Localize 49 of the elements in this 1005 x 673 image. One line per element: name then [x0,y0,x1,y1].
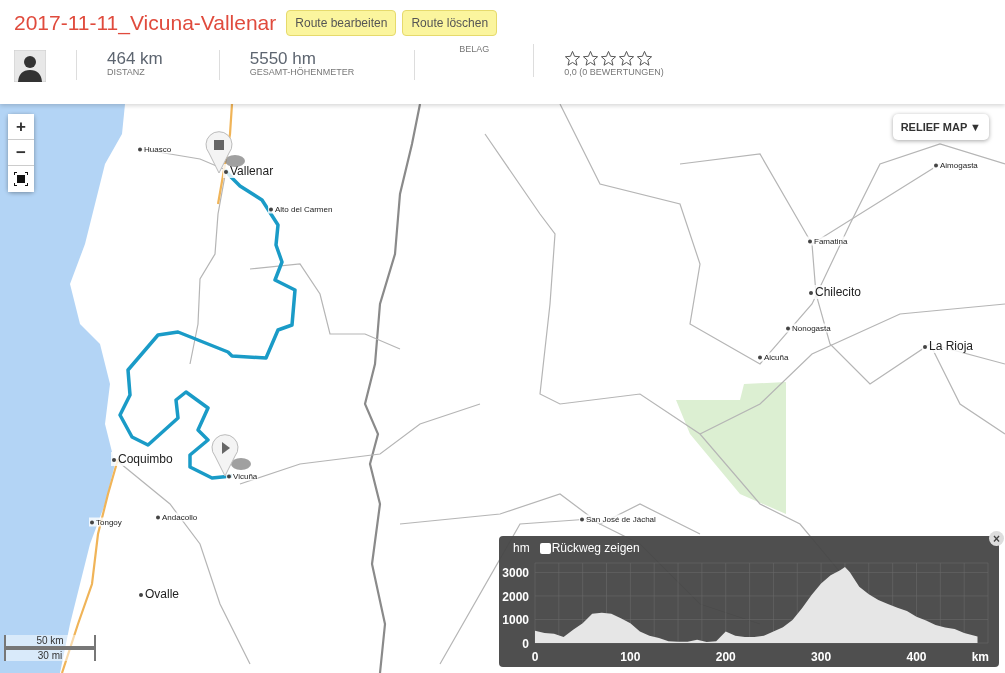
stat-value: 464 km [107,50,163,67]
fullscreen-button[interactable] [8,166,34,192]
place-label: Coquimbo [111,452,174,466]
y-tick-label: 1000 [502,613,529,628]
zoom-button[interactable]: − [8,140,34,166]
star-icon [636,50,654,67]
axis-unit-label: hm [513,541,530,555]
place-label: Huasco [137,144,173,154]
y-tick-label: 0 [522,637,529,651]
x-tick-label: 300 [811,650,832,664]
place-label: Tongoy [89,517,123,527]
y-tick-label: 3000 [502,566,529,581]
star-icon [600,50,618,67]
stat-label: GESAMT-HÖHENMETER [249,67,355,77]
place-label: Ovalle [138,587,180,601]
place-label: Alto del Carmen [268,204,334,214]
star-icon [564,50,582,67]
place-label: San José de Jáchal [579,514,657,524]
axis-unit-label: km [971,650,989,664]
place-label: Chilecito [808,285,863,299]
x-tick-label: 200 [715,650,736,664]
close-button[interactable]: × [989,531,1004,546]
route-action-button[interactable]: Route löschen [402,10,498,36]
map-layer-button[interactable]: RELIEF MAP ▼ [892,114,989,140]
place-label: La Rioja [922,339,975,353]
x-tick-label: 100 [620,650,641,664]
rating-count: 0,0 (0 BEWERTUNGEN) [564,67,664,77]
y-tick-label: 2000 [502,589,529,604]
place-label: Aicuña [757,352,790,362]
route-action-button[interactable]: Route bearbeiten [286,10,397,36]
place-label: Aimogasta [933,160,979,170]
x-tick-label: 0 [531,650,539,664]
place-label: Andacollo [155,512,199,522]
route-title: 2017-11-11_Vicuna-Vallenar [14,11,277,35]
user-avatar-icon [14,50,46,82]
place-label: Nonogasta [785,323,832,333]
checkbox[interactable] [539,542,551,554]
star-icon [618,50,636,67]
scale-bar: 30 mi [4,648,96,661]
stat-label: BELAG [458,44,491,54]
x-tick-label: 400 [906,650,927,664]
stat-label: DISTANZ [107,67,146,77]
place-label: Vallenar [223,164,275,178]
zoom-button[interactable]: + [8,114,34,140]
fullscreen-icon [14,172,28,186]
star-icon [582,50,600,67]
stat-value: 5550 hm [249,50,316,67]
scale-bar: 50 km [4,635,96,648]
place-label: Famatina [807,236,849,246]
